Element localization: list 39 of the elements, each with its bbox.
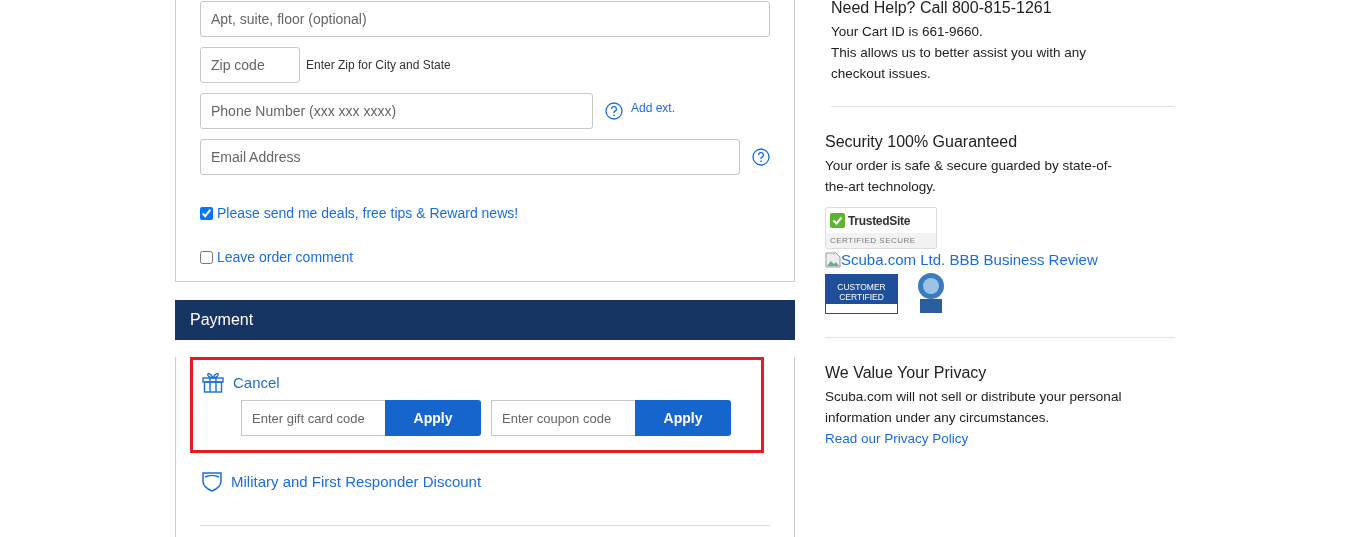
trusted-site-badge[interactable]: TrustedSite CERTIFIED SECURE [825, 207, 937, 249]
badge-subtitle: CERTIFIED SECURE [826, 233, 936, 248]
bizrate-badge[interactable]: CUSTOMER CERTIFIED [825, 274, 898, 314]
broken-image-icon [825, 251, 841, 268]
zip-hint: Enter Zip for City and State [306, 58, 451, 72]
security-heading: Security 100% Guaranteed [825, 133, 1019, 151]
code-field[interactable]: Enter coupon code [491, 400, 635, 436]
help-icon[interactable] [752, 148, 770, 166]
badge-text: CERTIFIED [838, 292, 885, 302]
option-label[interactable]: Please send me deals, free tips & Reward news! [217, 205, 519, 221]
privacy-heading: We Value Your Privacy [825, 364, 988, 382]
payment-title: Payment [190, 311, 254, 329]
seal-icon[interactable] [916, 272, 946, 314]
email-field[interactable]: Email Address [200, 139, 740, 175]
badge-title: TrustedSite [848, 213, 911, 228]
option-label[interactable]: Leave order comment [217, 249, 354, 265]
zip-field[interactable]: Zip code [200, 47, 300, 83]
check-icon [830, 213, 845, 228]
privacy-text: Scuba.com will not sell or distribute your personal information under any circumstances. [825, 388, 1123, 427]
apply-button[interactable]: Apply [635, 400, 731, 436]
code-field[interactable]: Enter gift card code [241, 400, 385, 436]
badge-text: CUSTOMER [836, 283, 887, 293]
checkbox[interactable] [200, 250, 213, 264]
phone-field[interactable]: Phone Number (xxx xxx xxxx) [200, 93, 593, 129]
help-heading: Need Help? Call 800-815-1261 [831, 0, 1053, 17]
shield-icon [201, 470, 223, 492]
wide-field[interactable]: Apt, suite, floor (optional) [200, 1, 770, 37]
help-icon[interactable] [605, 102, 623, 120]
gift-icon [201, 370, 225, 394]
military-discount-link[interactable]: Military and First Responder Discount [231, 472, 482, 490]
security-text: Your order is safe & secure guarded by state-of-the-art technology. [825, 157, 1113, 196]
bbb-review-link[interactable]: Scuba.com Ltd. BBB Business Review [825, 251, 1175, 268]
cart-info-text: Your Cart ID is 661-9660. [831, 23, 984, 41]
cart-info-text: This allows us to better assist you with any checkout issues. [831, 44, 1088, 83]
add-extension-link[interactable]: Add ext. [631, 101, 676, 115]
privacy-policy-link[interactable]: Read our Privacy Policy [825, 428, 1135, 449]
cancel-link[interactable]: Cancel [233, 373, 280, 391]
checkbox[interactable] [200, 206, 213, 220]
apply-button[interactable]: Apply [385, 400, 481, 436]
